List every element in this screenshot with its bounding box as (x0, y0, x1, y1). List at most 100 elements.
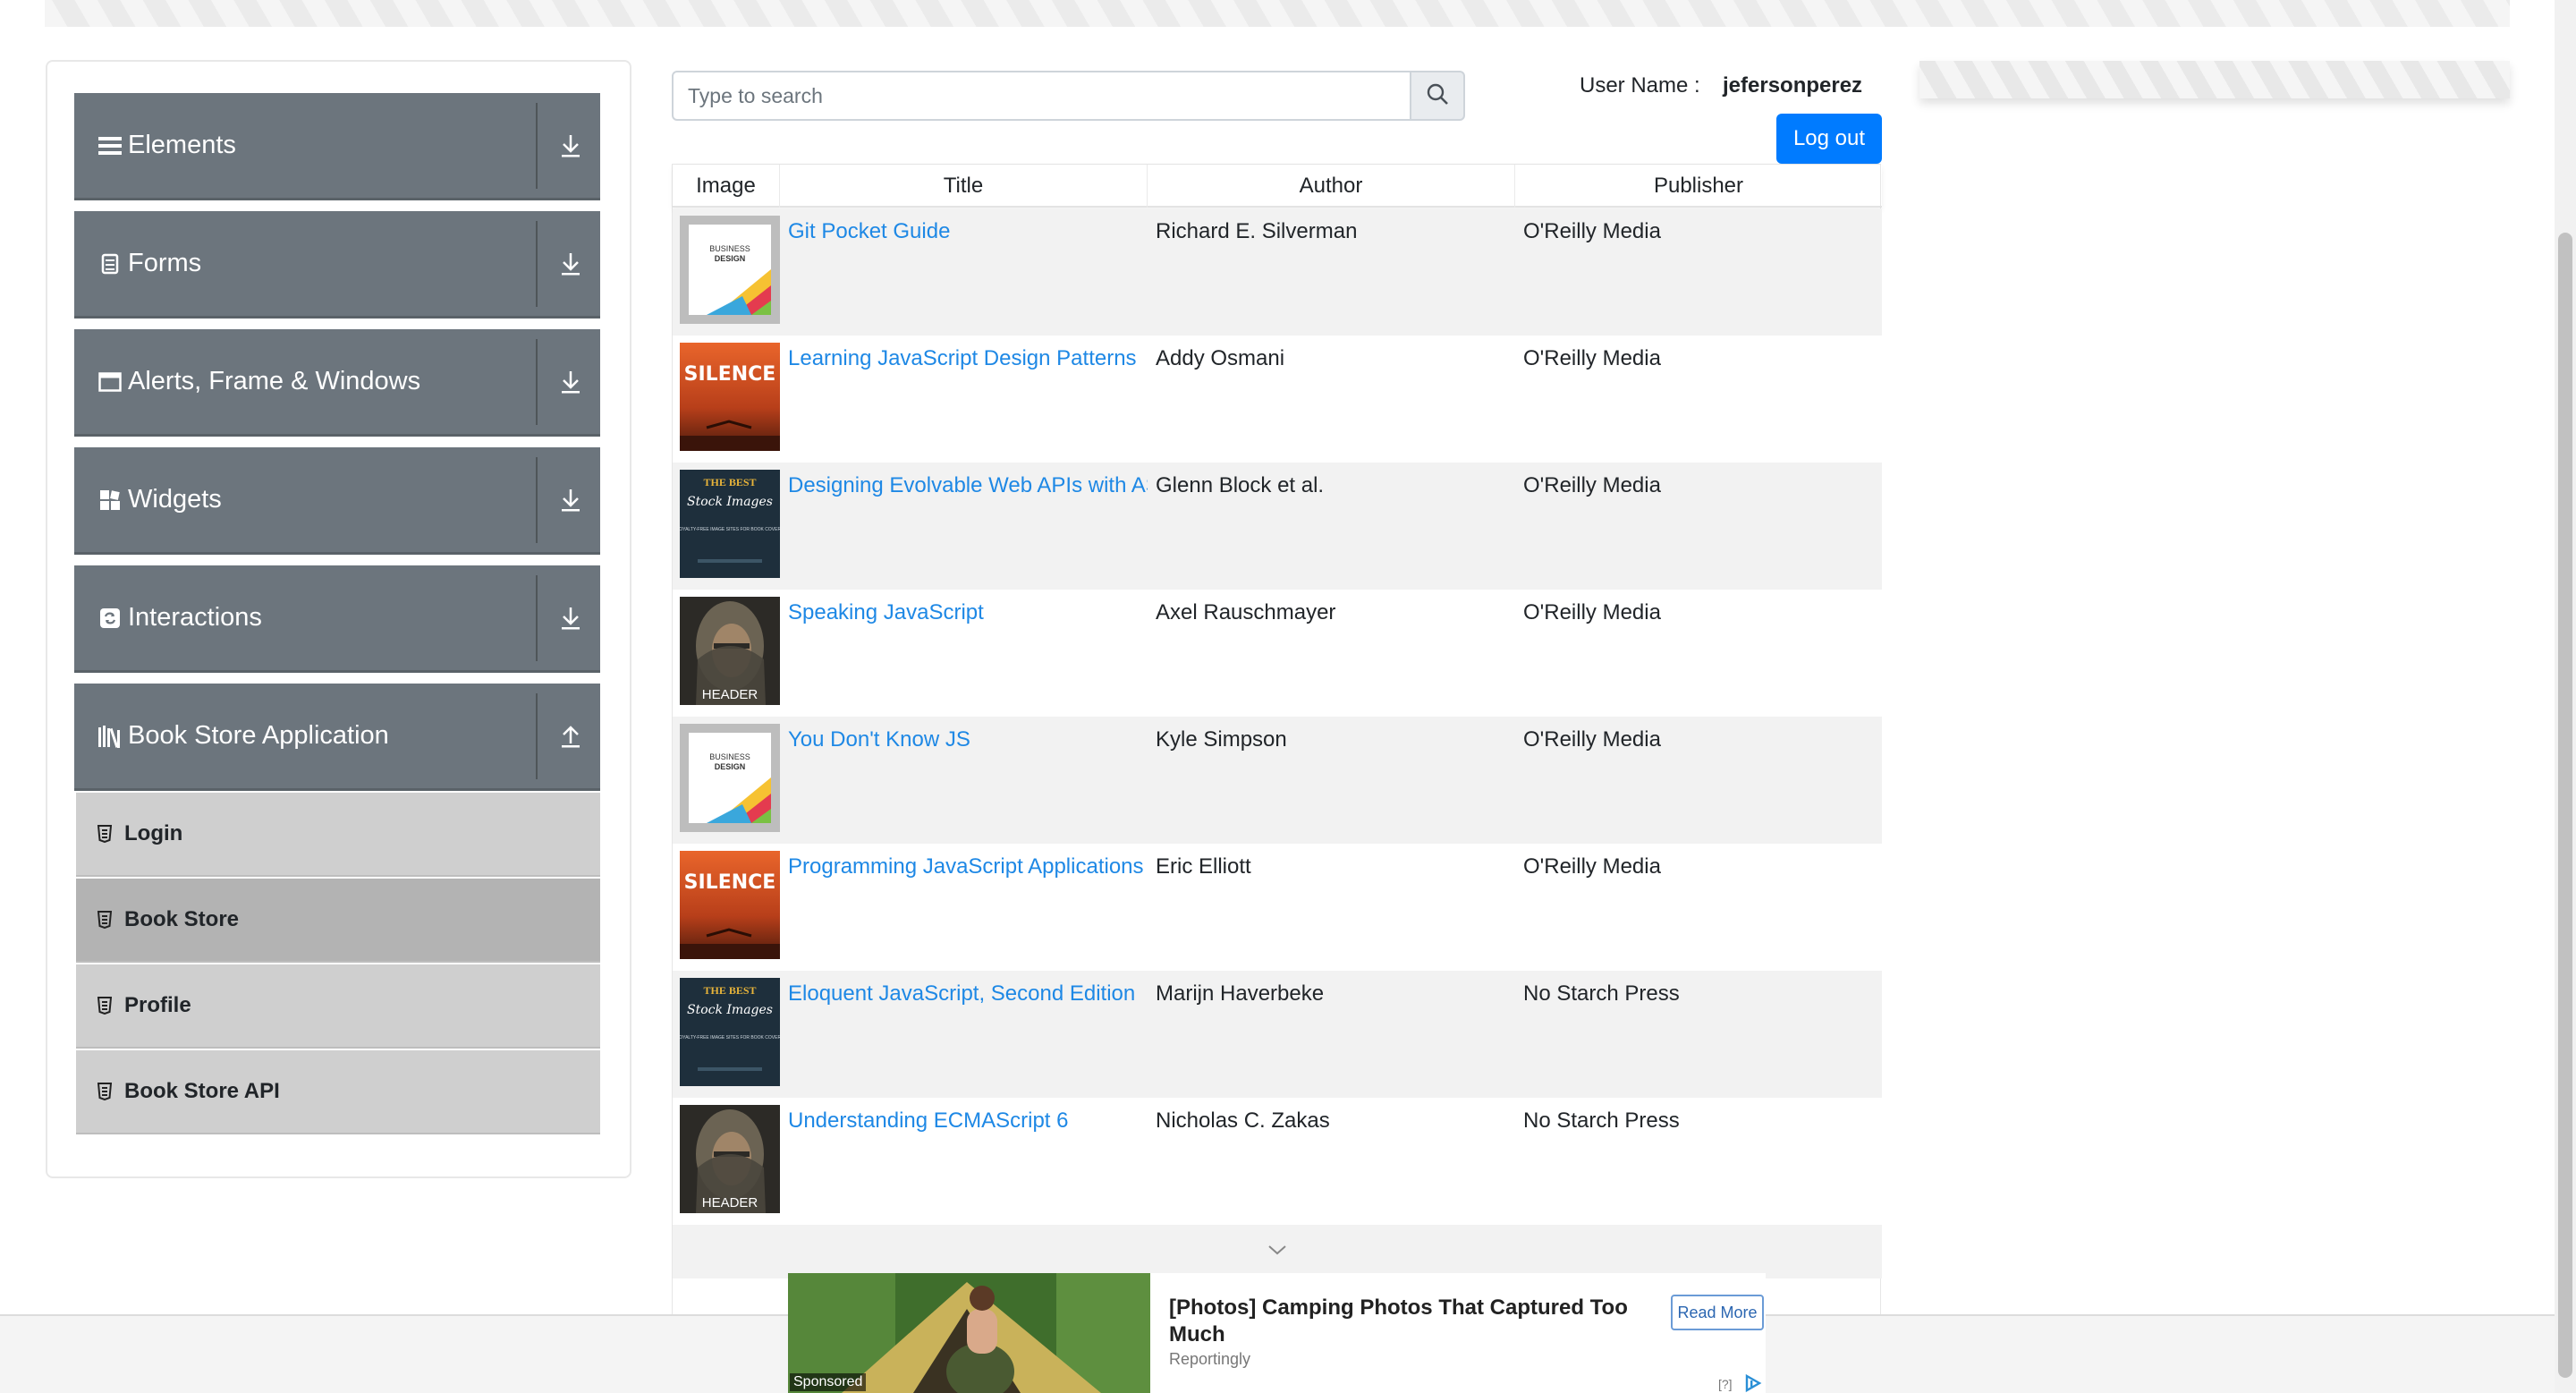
group-label: Widgets (128, 485, 222, 514)
window-icon (97, 369, 123, 395)
cell-author: Addy Osmani (1156, 346, 1285, 370)
cell-title: Eloquent JavaScript, Second Edition (780, 971, 1148, 1098)
book-title-link[interactable]: Speaking JavaScript (788, 600, 984, 624)
column-header-publisher[interactable]: Publisher (1515, 165, 1882, 208)
cover-big-text: DESIGN (715, 762, 746, 771)
cell-title: Programming JavaScript Applications (780, 844, 1148, 971)
ad-info-link[interactable]: [?] (1718, 1377, 1733, 1391)
group-label: Elements (128, 131, 236, 159)
cover-small-text: BUSINESS (709, 752, 750, 761)
cell-publisher: No Starch Press (1523, 1108, 1680, 1133)
expand-icon[interactable] (548, 591, 593, 645)
cell-title: Git Pocket Guide (780, 208, 1148, 336)
cell-image: THE BEST Stock Images ROYALTY-FREE IMAGE S… (673, 463, 780, 590)
html5-icon (96, 995, 114, 1016)
menu-item-login[interactable]: Login (76, 793, 600, 877)
collapse-icon[interactable] (548, 709, 593, 763)
menu-item-book-store[interactable]: Book Store (76, 879, 600, 963)
column-header-image[interactable]: Image (673, 165, 780, 208)
ad-sponsored-label: Sponsored (790, 1373, 867, 1391)
ad-choices-icon[interactable] (1743, 1373, 1763, 1393)
divider (536, 338, 538, 425)
cell-image: THE BEST Stock Images ROYALTY-FREE IMAGE S… (673, 971, 780, 1098)
ad-headline[interactable]: [Photos] Camping Photos That Captured To… (1169, 1295, 1652, 1348)
book-cover-image: THE BEST Stock Images ROYALTY-FREE IMAGE S… (680, 470, 780, 578)
widgets-icon (97, 488, 123, 513)
menu-item-label: Profile (124, 993, 191, 1017)
menu-item-label: Book Store API (124, 1079, 280, 1103)
cover-script-text: Stock Images (687, 495, 773, 509)
logout-button[interactable]: Log out (1776, 114, 1882, 164)
book-cover-image: SILENCE (680, 343, 780, 451)
books-icon (97, 724, 123, 749)
cell-title: Learning JavaScript Design Patterns (780, 336, 1148, 463)
cell-image: BUSINESS DESIGN (673, 208, 780, 336)
cell-publisher: O'Reilly Media (1523, 600, 1661, 624)
cell-author: Richard E. Silverman (1156, 219, 1358, 243)
group-interactions[interactable]: Interactions (74, 565, 600, 673)
page-scrollbar-thumb[interactable] (2558, 233, 2572, 1378)
cover-text: HEADER (702, 687, 758, 702)
chevron-down-icon (1267, 1244, 1288, 1261)
menu-item-label: Login (124, 821, 183, 845)
column-header-title[interactable]: Title (780, 165, 1148, 208)
column-header-author[interactable]: Author (1148, 165, 1515, 208)
group-forms[interactable]: Forms (74, 211, 600, 319)
cover-top-text: THE BEST (703, 984, 756, 997)
divider (536, 574, 538, 661)
expand-icon[interactable] (548, 473, 593, 527)
search-input[interactable] (672, 71, 1411, 121)
user-name-value: jefersonperez (1723, 73, 1863, 98)
cover-big-text: DESIGN (715, 254, 746, 263)
document-icon (97, 251, 123, 276)
table-row: BUSINESS DESIGN You Don't Know JS Kyle Simp… (673, 717, 1882, 844)
sponsored-ad[interactable]: Sponsored [Photos] Camping Photos That C… (788, 1273, 1766, 1393)
book-cover-image: THE BEST Stock Images ROYALTY-FREE IMAGE S… (680, 978, 780, 1086)
cell-image: HEADER (673, 590, 780, 717)
top-ad-banner (45, 0, 2510, 27)
cover-script-text: Stock Images (687, 1003, 773, 1017)
book-title-link[interactable]: Git Pocket Guide (788, 219, 950, 243)
group-book-store-application[interactable]: Book Store Application (74, 684, 600, 791)
html5-icon (96, 1081, 114, 1102)
cell-author: Kyle Simpson (1156, 727, 1287, 752)
book-title-link[interactable]: Learning JavaScript Design Patterns (788, 346, 1137, 370)
cell-title: Speaking JavaScript (780, 590, 1148, 717)
interactions-icon (97, 606, 123, 631)
cover-small-text: BUSINESS (709, 244, 750, 253)
group-elements[interactable]: Elements (74, 93, 600, 200)
menu-item-book-store-api[interactable]: Book Store API (76, 1050, 600, 1134)
divider (536, 456, 538, 543)
cover-sub-text: ROYALTY-FREE IMAGE SITES FOR BOOK COVERS (680, 527, 780, 532)
cell-publisher: O'Reilly Media (1523, 219, 1661, 243)
expand-icon[interactable] (548, 355, 593, 409)
group-label: Alerts, Frame & Windows (128, 367, 421, 395)
table-row: HEADER Understanding ECMAScript 6 Nicholas… (673, 1098, 1882, 1225)
book-cover-image: SILENCE (680, 851, 780, 959)
cell-author: Axel Rauschmayer (1156, 600, 1336, 624)
expand-icon[interactable] (548, 119, 593, 173)
ad-image[interactable]: Sponsored (788, 1273, 1150, 1393)
expand-icon[interactable] (548, 237, 593, 291)
group-alerts-frame-windows[interactable]: Alerts, Frame & Windows (74, 329, 600, 437)
menu-item-label: Book Store (124, 907, 240, 931)
user-name-label: User Name : (1580, 73, 1700, 98)
table-scroll-indicator[interactable] (673, 1225, 1882, 1278)
book-title-link[interactable]: You Don't Know JS (788, 727, 970, 752)
book-title-link[interactable]: Eloquent JavaScript, Second Edition (788, 981, 1135, 1006)
cell-author: Glenn Block et al. (1156, 473, 1325, 497)
left-navigation-panel: Elements Forms Alerts, Frame & Windows W… (46, 60, 631, 1178)
book-title-link[interactable]: Programming JavaScript Applications (788, 854, 1144, 879)
read-more-button[interactable]: Read More (1671, 1295, 1764, 1330)
cell-image: SILENCE (673, 336, 780, 463)
group-widgets[interactable]: Widgets (74, 447, 600, 555)
book-title-link[interactable]: Designing Evolvable Web APIs with AS (788, 473, 1148, 497)
divider (536, 102, 538, 189)
cell-title: You Don't Know JS (780, 717, 1148, 844)
cover-text: SILENCE (684, 871, 776, 894)
book-title-link[interactable]: Understanding ECMAScript 6 (788, 1108, 1068, 1133)
cover-text: SILENCE (684, 363, 776, 386)
search-button[interactable] (1410, 71, 1465, 121)
menu-item-profile[interactable]: Profile (76, 964, 600, 1049)
cell-title: Understanding ECMAScript 6 (780, 1098, 1148, 1225)
